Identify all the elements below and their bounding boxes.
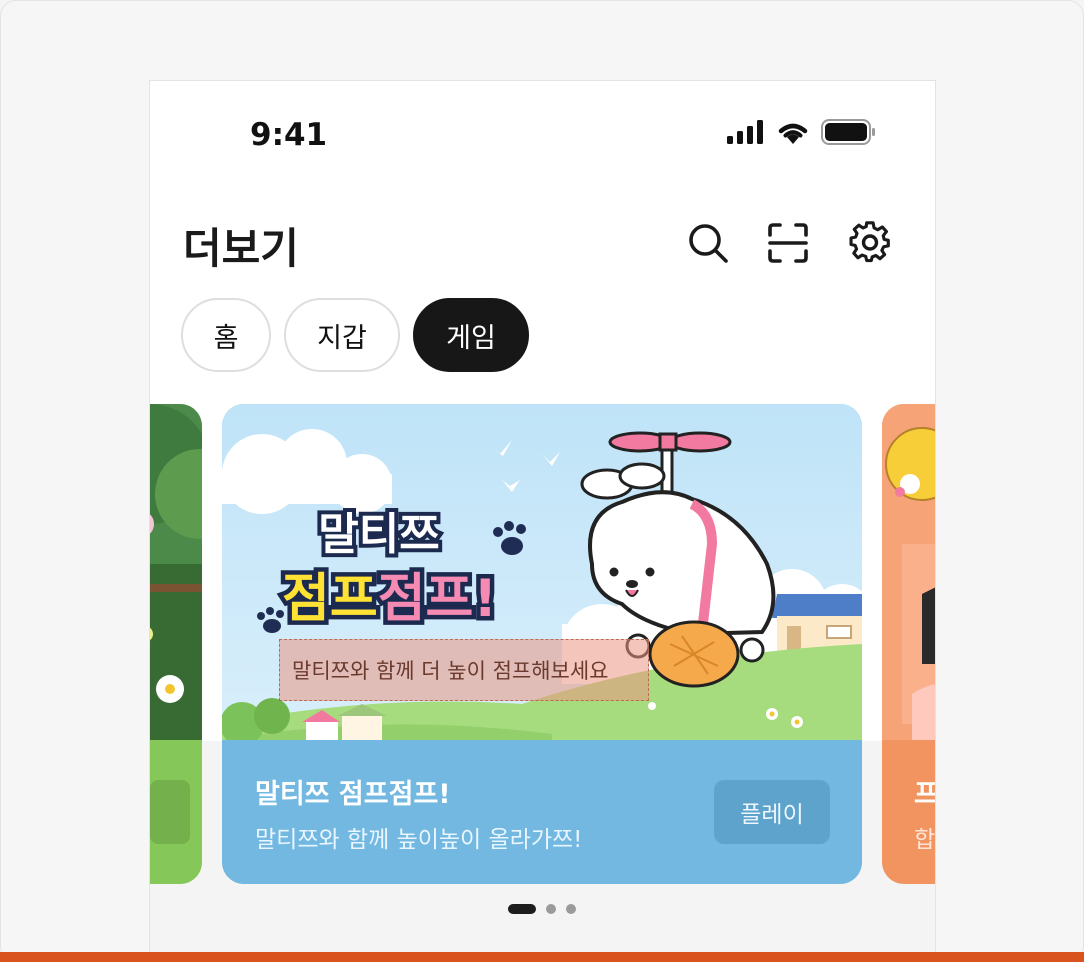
banner-caption: 말티쯔와 함께 더 높이 점프해보세요 bbox=[279, 639, 649, 701]
scan-button[interactable] bbox=[766, 221, 810, 265]
pagination-dot-active[interactable] bbox=[508, 904, 536, 914]
settings-button[interactable] bbox=[848, 221, 892, 265]
game-card-previous[interactable] bbox=[150, 404, 202, 884]
battery-icon bbox=[821, 119, 875, 145]
search-button[interactable] bbox=[686, 221, 730, 265]
gear-icon bbox=[849, 221, 890, 263]
tab-game[interactable]: 게임 bbox=[413, 298, 529, 372]
game-card-previous-art bbox=[150, 404, 202, 884]
game-card-next[interactable]: 프 합 bbox=[882, 404, 936, 884]
game-card[interactable]: 말티쯔 점프점프! 말티쯔와 함께 더 높이 점프해보세요 말티쯔 점프점프! … bbox=[222, 404, 862, 884]
wifi-icon bbox=[778, 123, 808, 144]
game-card-next-art bbox=[882, 404, 935, 740]
banner-title-line1: 말티쯔 bbox=[318, 509, 439, 560]
game-description: 말티쯔와 함께 높이높이 올라가쯔! bbox=[255, 827, 583, 853]
pagination-dot[interactable] bbox=[566, 904, 576, 914]
tab-wallet[interactable]: 지갑 bbox=[284, 298, 400, 372]
game-title: 말티쯔 점프점프! bbox=[255, 779, 451, 810]
accent-stripe bbox=[0, 952, 1084, 962]
page-title: 더보기 bbox=[183, 224, 299, 273]
tab-home[interactable]: 홈 bbox=[181, 298, 271, 372]
status-icons bbox=[727, 119, 877, 145]
carousel-pagination bbox=[508, 904, 576, 914]
game-card-info: 말티쯔 점프점프! 말티쯔와 함께 높이높이 올라가쯔! 플레이 bbox=[222, 740, 862, 884]
phone-screen: 9:41 더보기 홈 지갑 게임 말티쯔 점프점프! 말티쯔와 함께 더 높이 … bbox=[149, 80, 936, 953]
next-card-title: 프 bbox=[914, 772, 935, 811]
next-card-description: 합 bbox=[914, 827, 936, 853]
search-icon bbox=[689, 224, 728, 263]
scan-icon bbox=[768, 223, 808, 263]
signal-icon bbox=[727, 120, 763, 144]
status-time: 9:41 bbox=[250, 117, 328, 153]
pagination-dot[interactable] bbox=[546, 904, 556, 914]
banner-title-line2: 점프점프! bbox=[282, 569, 497, 629]
play-button[interactable]: 플레이 bbox=[714, 780, 830, 844]
category-tabs: 홈 지갑 게임 bbox=[181, 298, 529, 372]
